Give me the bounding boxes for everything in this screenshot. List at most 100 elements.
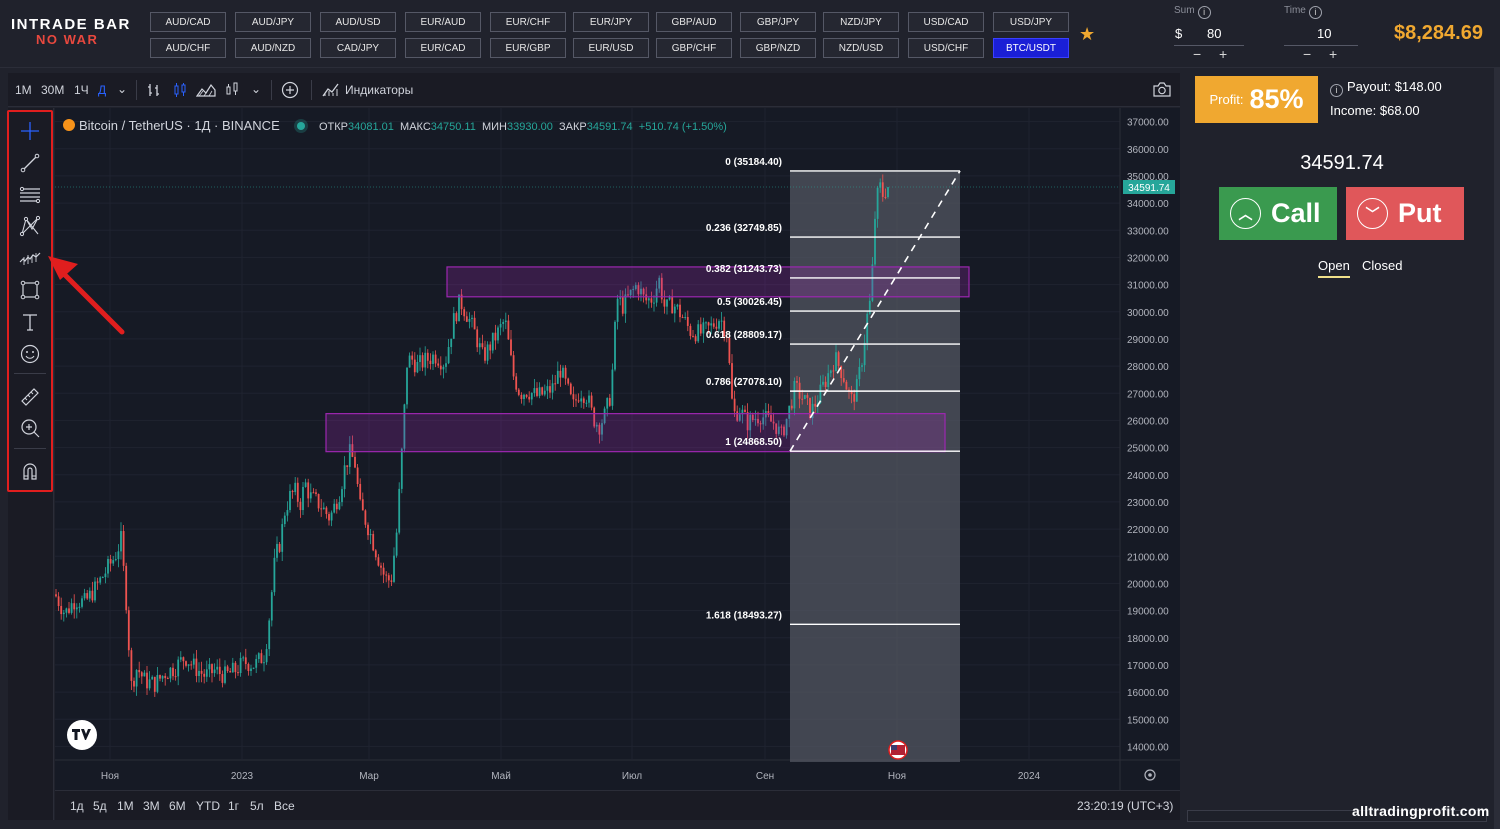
interval-day[interactable]: Д bbox=[98, 83, 106, 97]
range-5d[interactable]: 5д bbox=[93, 799, 107, 813]
candle-body bbox=[463, 309, 466, 317]
candle-body bbox=[283, 515, 286, 525]
range-1y[interactable]: 1г bbox=[228, 799, 239, 813]
candle-body bbox=[198, 670, 200, 676]
put-button[interactable]: ﹀ Put bbox=[1346, 187, 1464, 240]
candle-body bbox=[653, 302, 655, 304]
price-chart[interactable]: 37000.00 36000.00 35000.00 34000.00 33000.00… bbox=[55, 108, 1180, 820]
candle-body bbox=[835, 352, 837, 372]
pair-button-gbp-aud[interactable]: GBP/AUD bbox=[656, 12, 732, 32]
candle-body bbox=[411, 355, 414, 360]
clock[interactable]: 23:20:19 (UTC+3) bbox=[1077, 799, 1173, 813]
add-icon[interactable] bbox=[281, 81, 299, 99]
indicators-icon[interactable] bbox=[322, 82, 340, 98]
pair-button-aud-cad[interactable]: AUD/CAD bbox=[150, 12, 226, 32]
pair-button-usd-jpy[interactable]: USD/JPY bbox=[993, 12, 1069, 32]
info-icon[interactable]: i bbox=[1330, 84, 1343, 97]
pair-button-eur-jpy[interactable]: EUR/JPY bbox=[573, 12, 649, 32]
chart-canvas[interactable]: 37000.0036000.0035000.0034000.0033000.00… bbox=[55, 108, 1180, 790]
pair-button-eur-gbp[interactable]: EUR/GBP bbox=[490, 38, 566, 58]
pair-button-btc-usdt[interactable]: BTC/USDT bbox=[993, 38, 1069, 58]
pair-button-aud-jpy[interactable]: AUD/JPY bbox=[235, 12, 311, 32]
interval-1m[interactable]: 1М bbox=[15, 83, 32, 97]
candle-body bbox=[458, 294, 460, 322]
pair-button-nzd-jpy[interactable]: NZD/JPY bbox=[823, 12, 899, 32]
pair-button-aud-nzd[interactable]: AUD/NZD bbox=[235, 38, 311, 58]
range-ytd[interactable]: YTD bbox=[196, 799, 220, 813]
income: Income: $68.00 bbox=[1330, 103, 1420, 118]
chevron-down-icon[interactable]: ⌄ bbox=[251, 82, 261, 96]
camera-icon[interactable] bbox=[1152, 81, 1172, 98]
time-input[interactable]: 10 bbox=[1317, 26, 1331, 41]
tradingview-logo-icon[interactable] bbox=[67, 720, 97, 750]
interval-30m[interactable]: 30М bbox=[41, 83, 64, 97]
candle-body bbox=[866, 313, 869, 343]
candle-body bbox=[543, 390, 546, 395]
time-minus-button[interactable]: − bbox=[1303, 46, 1311, 62]
info-icon[interactable]: i bbox=[1308, 6, 1322, 19]
range-1d[interactable]: 1д bbox=[70, 799, 84, 813]
candle-body bbox=[265, 649, 268, 663]
logo[interactable]: INTRADE BAR NO WAR bbox=[11, 17, 141, 47]
range-3m[interactable]: 3М bbox=[143, 799, 160, 813]
tab-open[interactable]: Open bbox=[1318, 258, 1350, 273]
candle-body bbox=[887, 187, 889, 198]
pair-button-gbp-jpy[interactable]: GBP/JPY bbox=[740, 12, 816, 32]
pair-button-usd-chf[interactable]: USD/CHF bbox=[908, 38, 984, 58]
candle-chart-icon[interactable] bbox=[172, 82, 188, 98]
range-1m[interactable]: 1М bbox=[117, 799, 134, 813]
interval-1h[interactable]: 1Ч bbox=[74, 83, 89, 97]
candle-body bbox=[218, 666, 221, 675]
candle-body bbox=[452, 313, 455, 339]
pair-button-eur-chf[interactable]: EUR/CHF bbox=[490, 12, 566, 32]
candle-body bbox=[517, 389, 520, 395]
info-icon[interactable]: i bbox=[1197, 6, 1211, 19]
bar-chart-icon[interactable] bbox=[146, 82, 162, 98]
watermark: alltradingprofit.com bbox=[1352, 803, 1490, 819]
tab-closed[interactable]: Closed bbox=[1362, 258, 1402, 273]
chevron-down-icon[interactable]: ⌄ bbox=[117, 82, 127, 96]
pair-button-nzd-usd[interactable]: NZD/USD bbox=[823, 38, 899, 58]
candle-body bbox=[200, 670, 203, 674]
candle-body bbox=[104, 573, 107, 578]
call-button[interactable]: ︿ Call bbox=[1219, 187, 1337, 240]
candle-body bbox=[447, 346, 450, 364]
chart-type-icon[interactable] bbox=[225, 81, 241, 97]
scrollbar-vertical[interactable] bbox=[1494, 68, 1500, 829]
favorite-star-icon[interactable]: ★ bbox=[1079, 24, 1095, 45]
pair-button-eur-cad[interactable]: EUR/CAD bbox=[405, 38, 481, 58]
indicators-button[interactable]: Индикаторы bbox=[345, 83, 413, 97]
candle-body bbox=[317, 493, 320, 509]
pair-button-usd-cad[interactable]: USD/CAD bbox=[908, 12, 984, 32]
candle-body bbox=[281, 524, 284, 552]
pair-button-eur-aud[interactable]: EUR/AUD bbox=[405, 12, 481, 32]
x-tick-label: Сен bbox=[756, 771, 774, 782]
candle-body bbox=[489, 344, 492, 351]
payout: i Payout: $148.00 bbox=[1330, 79, 1442, 97]
x-tick-label: Мар bbox=[359, 771, 379, 782]
candle-body bbox=[484, 347, 486, 361]
candle-body bbox=[60, 605, 63, 615]
fib-level-label: 0.618 (28809.17) bbox=[706, 330, 782, 341]
candle-body bbox=[471, 317, 473, 319]
range-all[interactable]: Все bbox=[274, 799, 295, 813]
pair-button-aud-chf[interactable]: AUD/CHF bbox=[150, 38, 226, 58]
candle-body bbox=[146, 672, 148, 689]
area-chart-icon[interactable] bbox=[196, 82, 216, 98]
range-5y[interactable]: 5л bbox=[250, 799, 264, 813]
sum-plus-button[interactable]: + bbox=[1219, 46, 1227, 62]
symbol-name[interactable]: Bitcoin / TetherUS · 1Д · BINANCE bbox=[79, 118, 280, 133]
pair-button-gbp-nzd[interactable]: GBP/NZD bbox=[740, 38, 816, 58]
pair-button-cad-jpy[interactable]: CAD/JPY bbox=[320, 38, 396, 58]
low-value: 33930.00 bbox=[507, 121, 553, 133]
sum-input[interactable]: 80 bbox=[1207, 26, 1221, 41]
candle-body bbox=[343, 465, 346, 490]
pair-button-eur-usd[interactable]: EUR/USD bbox=[573, 38, 649, 58]
sum-minus-button[interactable]: − bbox=[1193, 46, 1201, 62]
pair-button-gbp-chf[interactable]: GBP/CHF bbox=[656, 38, 732, 58]
y-tick-label: 20000.00 bbox=[1127, 579, 1169, 590]
time-plus-button[interactable]: + bbox=[1329, 46, 1337, 62]
pair-button-aud-usd[interactable]: AUD/USD bbox=[320, 12, 396, 32]
range-6m[interactable]: 6М bbox=[169, 799, 186, 813]
fib-level-label: 0.5 (30026.45) bbox=[717, 297, 782, 308]
